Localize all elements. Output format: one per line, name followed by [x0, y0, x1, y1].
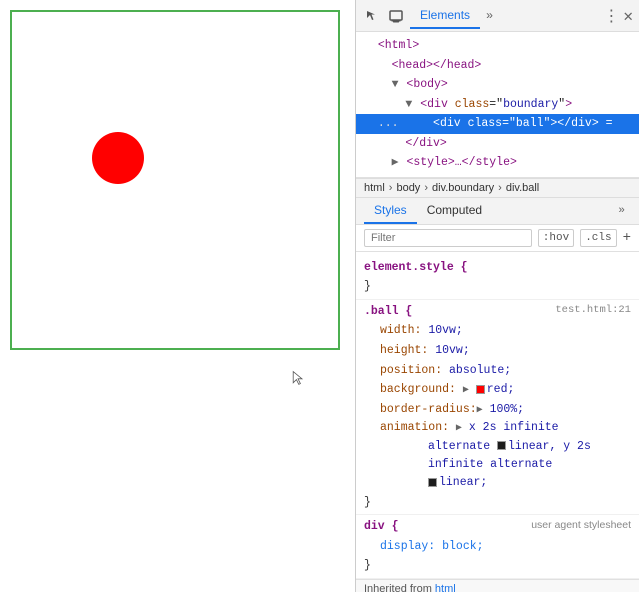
styles-computed-tabs: Styles Computed »: [356, 198, 639, 225]
preview-panel: [0, 0, 355, 592]
close-devtools-icon[interactable]: ✕: [623, 6, 633, 26]
css-selector-ball-line: .ball { test.html:21: [364, 302, 631, 322]
css-close-brace-element-style: }: [364, 277, 631, 297]
css-rule-element-style: element.style { }: [356, 256, 639, 300]
ball: [92, 132, 144, 184]
dom-line-html[interactable]: <html>: [356, 36, 639, 56]
color-swatch-linear1[interactable]: [497, 441, 506, 450]
css-ball-close-brace: }: [364, 493, 631, 513]
breadcrumb-html[interactable]: html: [364, 182, 385, 194]
css-div-close-brace: }: [364, 556, 631, 576]
boundary-box: [10, 10, 340, 350]
css-prop-background[interactable]: background: ▶ red;: [364, 380, 631, 400]
inherited-from-html-link[interactable]: html: [435, 583, 456, 592]
more-style-tabs-icon[interactable]: »: [612, 200, 631, 222]
dom-line-boundary[interactable]: ▼ <div class="boundary">: [356, 95, 639, 115]
device-icon[interactable]: [386, 6, 406, 26]
breadcrumb-div-boundary[interactable]: div.boundary: [432, 182, 494, 194]
css-rule-ball: .ball { test.html:21 width: 10vw; height…: [356, 300, 639, 515]
hov-filter-button[interactable]: :hov: [538, 229, 574, 247]
breadcrumb-div-ball[interactable]: div.ball: [506, 182, 539, 194]
css-prop-animation[interactable]: animation: ▶ x 2s infinite alternate lin…: [364, 419, 631, 493]
more-tabs-icon[interactable]: »: [486, 9, 493, 23]
devtools-panel: Elements » ⋮ ✕ <html> <head></head> ▼ <b…: [355, 0, 639, 592]
devtools-toolbar: Elements » ⋮ ✕: [356, 0, 639, 32]
tab-elements[interactable]: Elements: [410, 3, 480, 29]
breadcrumb-body[interactable]: body: [396, 182, 420, 194]
css-rule-div: div { user agent stylesheet display: blo…: [356, 515, 639, 579]
dom-line-ball[interactable]: ... <div class="ball"></div> =: [356, 114, 639, 134]
dom-line-div-close[interactable]: </div>: [356, 134, 639, 154]
color-swatch-linear2[interactable]: [428, 478, 437, 487]
css-rules-panel: element.style { } .ball { test.html:21 w…: [356, 252, 639, 592]
inherited-from-header: Inherited from html: [356, 579, 639, 592]
tab-styles[interactable]: Styles: [364, 198, 417, 224]
dom-line-style[interactable]: ▶ <style>…</style>: [356, 153, 639, 173]
dom-line-head[interactable]: <head></head>: [356, 56, 639, 76]
css-selector-element-style: element.style {: [364, 258, 631, 278]
css-prop-position[interactable]: position: absolute;: [364, 361, 631, 381]
color-swatch-red[interactable]: [476, 385, 485, 394]
filter-bar: :hov .cls +: [356, 225, 639, 252]
css-prop-border-radius[interactable]: border-radius:▶ 100%;: [364, 400, 631, 420]
dom-line-body[interactable]: ▼ <body>: [356, 75, 639, 95]
css-prop-height[interactable]: height: 10vw;: [364, 341, 631, 361]
css-selector-div-line: div { user agent stylesheet: [364, 517, 631, 537]
css-prop-width[interactable]: width: 10vw;: [364, 321, 631, 341]
cls-filter-button[interactable]: .cls: [580, 229, 616, 247]
inspector-icon[interactable]: [362, 6, 382, 26]
css-prop-display[interactable]: display: block;: [364, 537, 631, 557]
add-style-button[interactable]: +: [623, 230, 631, 246]
cursor-icon: [290, 370, 306, 386]
dom-tree: <html> <head></head> ▼ <body> ▼ <div cla…: [356, 32, 639, 178]
tab-computed[interactable]: Computed: [417, 198, 492, 224]
breadcrumb: html › body › div.boundary › div.ball: [356, 178, 639, 198]
more-options-icon[interactable]: ⋮: [603, 6, 619, 26]
filter-input[interactable]: [364, 229, 532, 247]
